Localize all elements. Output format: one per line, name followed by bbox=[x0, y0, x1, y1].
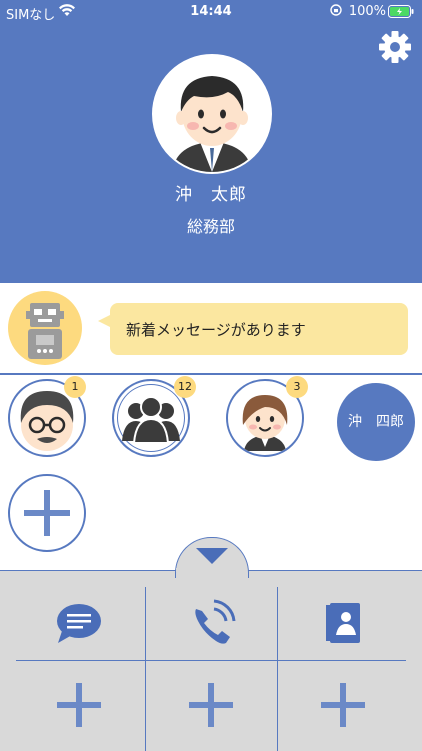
battery-icon bbox=[388, 5, 414, 22]
phone-icon bbox=[195, 599, 236, 644]
add-shortcut-button[interactable] bbox=[278, 669, 408, 742]
call-button[interactable] bbox=[146, 587, 276, 660]
contact-group[interactable]: 12 bbox=[112, 376, 196, 457]
new-message-bubble[interactable]: 新着メッセージがあります bbox=[98, 303, 408, 355]
add-shortcut-button[interactable] bbox=[14, 669, 144, 742]
plus-icon bbox=[321, 683, 365, 727]
plus-icon bbox=[57, 683, 101, 727]
orientation-lock-icon bbox=[330, 4, 342, 20]
chat-button[interactable] bbox=[14, 587, 144, 660]
bottom-drawer bbox=[0, 570, 422, 751]
robot-avatar bbox=[8, 291, 82, 365]
drawer-toggle-joint bbox=[176, 568, 246, 572]
status-bar: SIMなし 14:44 100% bbox=[0, 0, 422, 24]
contact-woman[interactable]: 3 bbox=[226, 376, 308, 457]
add-contact-button[interactable] bbox=[8, 474, 86, 552]
unread-badge: 1 bbox=[64, 376, 86, 398]
profile-avatar[interactable] bbox=[152, 54, 272, 174]
gear-icon[interactable] bbox=[378, 30, 412, 64]
contact-shiro-button[interactable]: 沖 四郎 bbox=[337, 383, 415, 461]
battery-percent: 100% bbox=[348, 4, 386, 19]
plus-icon bbox=[189, 683, 233, 727]
triangle-down-icon bbox=[196, 548, 228, 564]
contacts-book-icon bbox=[326, 603, 360, 643]
contact-man-glasses[interactable]: 1 bbox=[8, 376, 86, 457]
plus-icon bbox=[24, 490, 70, 536]
add-shortcut-button[interactable] bbox=[146, 669, 276, 742]
message-area: 新着メッセージがあります bbox=[0, 283, 422, 375]
unread-badge: 12 bbox=[174, 376, 196, 398]
profile-department: 総務部 bbox=[186, 217, 235, 236]
chat-icon bbox=[57, 604, 101, 643]
profile-name: 沖 太郎 bbox=[175, 185, 247, 205]
addressbook-button[interactable] bbox=[278, 587, 408, 660]
new-message-text: 新着メッセージがあります bbox=[126, 321, 306, 339]
grid-divider bbox=[16, 660, 406, 661]
unread-badge: 3 bbox=[286, 376, 308, 398]
